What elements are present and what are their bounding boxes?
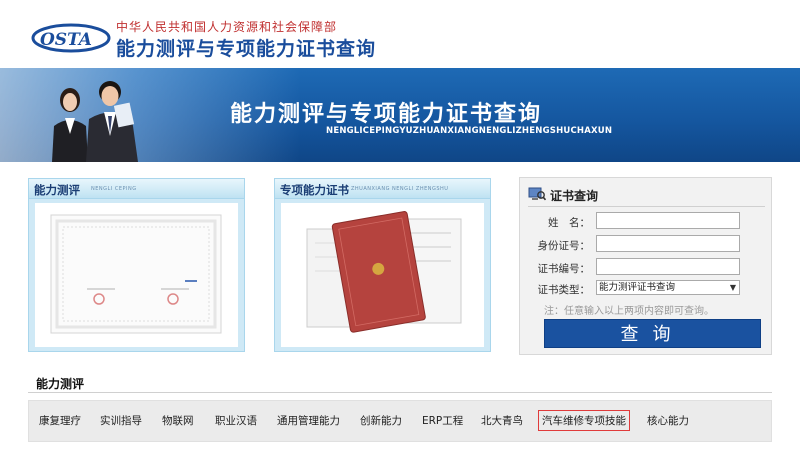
cert-number-label: 证书编号： — [537, 263, 591, 275]
cert-type-selected-value: 能力测评证书查询 — [599, 282, 676, 293]
page: OSTA 中华人民共和国人力资源和社会保障部 能力测评与专项能力证书查询 能力测… — [0, 0, 800, 461]
ability-assessment-panel[interactable]: 能力测评 NENGLI CEPING — [28, 178, 245, 352]
business-people-image — [52, 81, 138, 162]
query-title: 证书查询 — [550, 189, 599, 203]
hero-banner: 能力测评与专项能力证书查询 NENGLICEPINGYUZHUANXIANGNE… — [0, 68, 800, 162]
ability-item[interactable]: 职业汉语 — [215, 413, 257, 428]
osta-logo[interactable]: OSTA — [30, 16, 112, 56]
ability-category-list: 康复理疗 实训指导 物联网 职业汉语 通用管理能力 创新能力 ERP工程 北大青… — [28, 400, 772, 442]
special-certificate-panel[interactable]: 专项能力证书 ZHUANXIANG NENGLI ZHENGSHU — [274, 178, 491, 352]
query-header: 证书查询 — [528, 185, 765, 207]
ability-item-highlighted[interactable]: 汽车维修专项技能 — [538, 410, 630, 431]
certificate-book-image — [306, 211, 462, 333]
ability-section-title: 能力测评 — [36, 377, 85, 391]
certificate-image — [50, 214, 222, 334]
ability-item[interactable]: ERP工程 — [422, 413, 463, 428]
query-button[interactable]: 查询 — [544, 319, 761, 348]
site-title: 能力测评与专项能力证书查询 — [116, 38, 377, 60]
ability-item[interactable]: 北大青鸟 — [481, 413, 523, 428]
cert-type-label: 证书类型： — [537, 284, 591, 296]
cert-number-input[interactable] — [596, 258, 740, 275]
id-number-label: 身份证号： — [537, 240, 591, 252]
name-input[interactable] — [596, 212, 740, 229]
ability-section-header: 能力测评 — [28, 370, 772, 393]
banner-pinyin: NENGLICEPINGYUZHUANXIANGNENGLIZHENGSHUCH… — [326, 126, 613, 136]
ministry-name: 中华人民共和国人力资源和社会保障部 — [116, 20, 338, 34]
panel-header: 能力测评 NENGLI CEPING — [29, 179, 244, 199]
cert-type-select[interactable]: 能力测评证书查询 ▼ — [596, 280, 740, 295]
panel-header: 专项能力证书 ZHUANXIANG NENGLI ZHENGSHU — [275, 179, 490, 199]
ability-item[interactable]: 核心能力 — [647, 413, 689, 428]
panel-title: 能力测评 — [34, 183, 80, 197]
panel-image-area — [35, 203, 238, 347]
query-note: 注：任意输入以上两项内容即可查询。 — [544, 306, 714, 317]
certificate-query-form: 证书查询 姓 名： 身份证号： 证书编号： 证书类型： 能力测评证书查询 ▼ 注… — [519, 177, 772, 355]
dropdown-arrow-icon: ▼ — [729, 283, 736, 292]
panel-title: 专项能力证书 — [280, 183, 349, 197]
ability-item[interactable]: 物联网 — [162, 413, 194, 428]
panel-subtitle: NENGLI CEPING — [91, 186, 137, 192]
panel-subtitle: ZHUANXIANG NENGLI ZHENGSHU — [351, 186, 449, 192]
ability-item[interactable]: 创新能力 — [360, 413, 402, 428]
ability-item[interactable]: 康复理疗 — [39, 413, 81, 428]
site-header: OSTA 中华人民共和国人力资源和社会保障部 能力测评与专项能力证书查询 — [0, 0, 800, 68]
logo-text: OSTA — [40, 30, 92, 50]
name-label: 姓 名： — [548, 217, 590, 229]
banner-title: 能力测评与专项能力证书查询 — [230, 102, 543, 127]
ability-item[interactable]: 实训指导 — [100, 413, 142, 428]
id-number-input[interactable] — [596, 235, 740, 252]
panel-image-area — [281, 203, 484, 347]
computer-search-icon — [528, 187, 546, 201]
ability-item[interactable]: 通用管理能力 — [277, 413, 340, 428]
